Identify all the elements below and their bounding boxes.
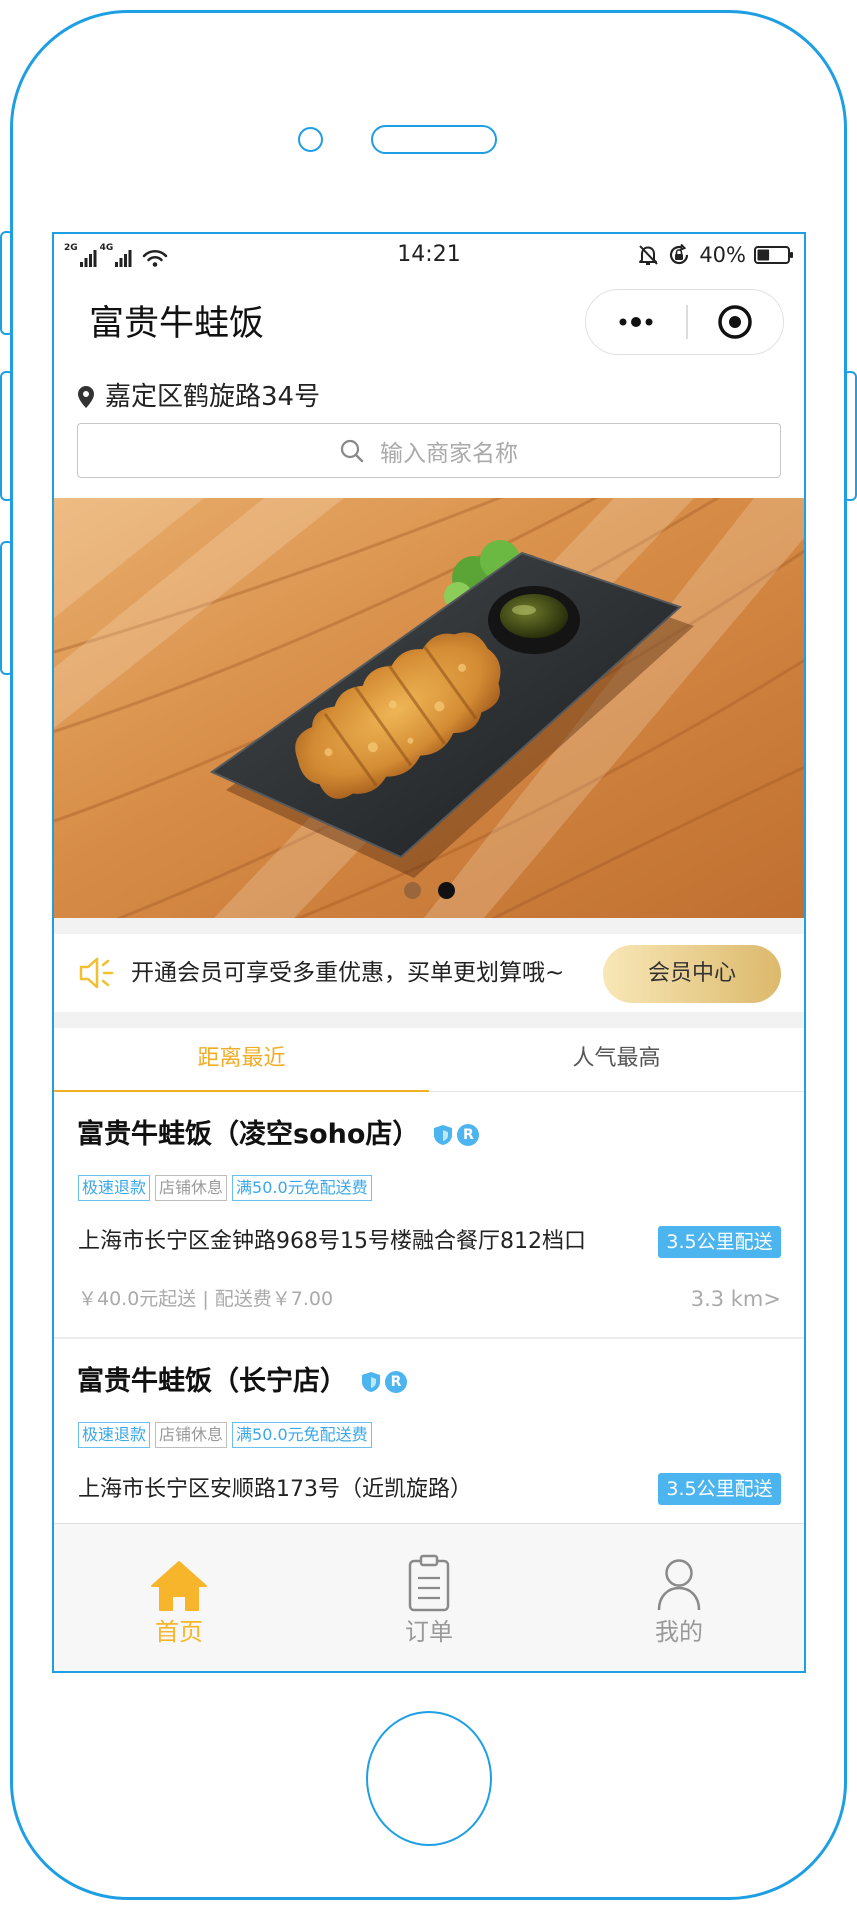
search-input[interactable]: 输入商家名称 [77,423,781,478]
tag-free-delivery: 满50.0元免配送费 [232,1422,372,1448]
tag-fast-refund: 极速退款 [78,1422,151,1448]
store-name: 富贵牛蛙饭（凌空soho店） [77,1119,420,1150]
phone-home-button [366,1711,492,1846]
sort-tabs: 距离最近 人气最高 [54,1028,804,1093]
rotation-lock-icon [670,243,689,265]
carousel-dot[interactable] [403,882,421,899]
store-badges: R [361,1371,407,1393]
tab-nearest[interactable]: 距离最近 [54,1028,429,1093]
shield-icon [434,1125,453,1145]
sauce-bowl [488,586,580,654]
clipboard-icon [408,1554,450,1612]
close-program-button[interactable] [687,290,783,353]
delivery-range-badge: 3.5公里配送 [658,1226,781,1258]
tag-free-delivery: 满50.0元免配送费 [232,1175,372,1201]
member-promo-bar: 开通会员可享受多重优惠，买单更划算哦~ 会员中心 [54,934,804,1012]
page-title: 富贵牛蛙饭 [89,304,265,344]
section-gap [54,918,804,934]
banner-carousel[interactable] [54,498,804,918]
search-placeholder: 输入商家名称 [380,440,518,467]
tab-popular[interactable]: 人气最高 [429,1028,804,1091]
shield-icon [362,1372,380,1392]
tab-profile-icon-wrap [554,1554,804,1612]
more-button[interactable] [586,290,686,353]
tag-store-closed: 店铺休息 [155,1175,228,1201]
member-promo-text: 开通会员可享受多重优惠，买单更划算哦~ [131,960,565,986]
location-pin-icon [78,386,94,408]
store-tags: 极速退款 店铺休息 满50.0元免配送费 [78,1422,372,1448]
tab-profile[interactable]: 我的 [554,1524,804,1671]
store-address: 上海市长宁区安顺路173号（近凯旋路） [78,1477,472,1502]
status-right: 40% [637,242,794,268]
tag-store-closed: 店铺休息 [155,1422,228,1448]
tab-nearest-label: 距离最近 [197,1046,286,1071]
carousel-dots [54,882,804,899]
battery-fill [757,249,770,261]
search-icon [340,439,364,462]
speaker-icon [79,957,114,989]
delivery-range-badge: 3.5公里配送 [658,1473,781,1505]
store-name-row: 富贵牛蛙饭（长宁店） R [77,1363,407,1401]
store-card[interactable]: 富贵牛蛙饭（凌空soho店） R 极速退款 店铺休息 满50.0元免配送费 上海… [54,1092,804,1339]
battery-icon [754,246,793,264]
mini-program-capsule [585,289,784,355]
home-icon [151,1561,207,1611]
store-tags: 极速退款 店铺休息 满50.0元免配送费 [78,1175,372,1201]
store-price-info: ￥40.0元起送 | 配送费￥7.00 [78,1288,334,1310]
phone-speaker [371,125,497,154]
bottom-tab-bar: 首页 订单 我的 [54,1523,804,1671]
store-distance: 3.3 km> [690,1287,781,1311]
app-screen: 2G 4G 14:21 40% 富贵牛蛙饭 嘉定区鹤旋路34号 输入商家名称 开… [52,232,806,1673]
store-name-row: 富贵牛蛙饭（凌空soho店） R [77,1116,480,1154]
section-gap [54,1012,804,1028]
page: 2G 4G 14:21 40% 富贵牛蛙饭 嘉定区鹤旋路34号 输入商家名称 开… [0,0,857,1908]
tab-home[interactable]: 首页 [54,1524,304,1671]
carousel-dot-active[interactable] [437,882,455,899]
tab-profile-label: 我的 [655,1618,703,1646]
tab-home-label: 首页 [155,1618,203,1646]
battery-percent: 40% [699,243,746,267]
tab-home-icon-wrap [54,1554,304,1612]
banner-image [54,498,804,918]
more-dots-icon [619,316,653,327]
store-address: 上海市长宁区金钟路968号15号楼融合餐厅812档口 [78,1229,586,1254]
tab-popular-label: 人气最高 [572,1046,661,1071]
tab-orders-label: 订单 [405,1618,453,1646]
store-card[interactable]: 富贵牛蛙饭（长宁店） R 极速退款 店铺休息 满50.0元免配送费 上海市长宁区… [54,1341,804,1541]
location-selector[interactable]: 嘉定区鹤旋路34号 [78,382,320,412]
user-icon [657,1559,701,1611]
tag-fast-refund: 极速退款 [78,1175,151,1201]
registered-icon: R [457,1124,480,1146]
tab-orders[interactable]: 订单 [304,1524,554,1671]
target-icon [718,304,752,339]
tab-orders-icon-wrap [304,1554,554,1612]
member-center-button[interactable]: 会员中心 [603,945,781,1003]
store-badges: R [433,1124,480,1146]
phone-camera [298,127,323,152]
registered-icon: R [385,1371,407,1393]
location-text: 嘉定区鹤旋路34号 [105,382,321,412]
bell-off-icon [639,245,659,265]
status-bar: 2G 4G 14:21 40% [54,240,804,270]
store-name: 富贵牛蛙饭（长宁店） [77,1366,347,1397]
